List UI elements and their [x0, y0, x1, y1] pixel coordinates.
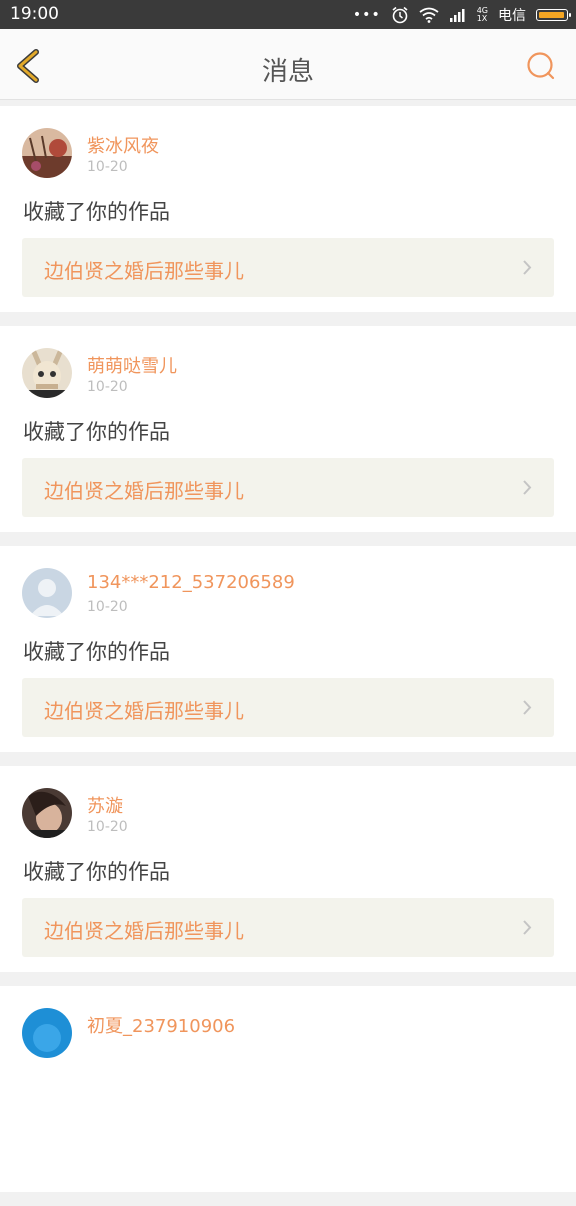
sim-slot-label: 1X [476, 14, 488, 23]
work-link[interactable]: 边伯贤之婚后那些事儿 [22, 458, 554, 517]
work-link[interactable]: 边伯贤之婚后那些事儿 [22, 238, 554, 297]
avatar[interactable] [22, 568, 72, 618]
search-button[interactable] [526, 51, 556, 81]
chevron-right-icon [523, 700, 532, 715]
username[interactable]: 苏漩 [87, 792, 123, 818]
username[interactable]: 初夏_237910906 [87, 1012, 235, 1038]
notification-card: 萌萌哒雪儿 10-20 收藏了你的作品 边伯贤之婚后那些事儿 [0, 326, 576, 532]
work-title: 边伯贤之婚后那些事儿 [44, 699, 244, 723]
chevron-right-icon [523, 260, 532, 275]
work-title: 边伯贤之婚后那些事儿 [44, 919, 244, 943]
page-title: 消息 [261, 57, 314, 87]
carrier-name: 电信 [498, 8, 526, 24]
notification-date: 10-20 [87, 379, 128, 395]
header: 消息 [0, 29, 576, 100]
notification-list: 紫冰风夜 10-20 收藏了你的作品 边伯贤之婚后那些事儿 萌萌哒雪儿 10-2… [0, 106, 576, 1206]
battery-icon [536, 9, 571, 21]
wifi-icon [419, 7, 439, 23]
notification-card: 初夏_237910906 [0, 986, 576, 1192]
avatar[interactable] [22, 788, 72, 838]
notification-date: 10-20 [87, 159, 128, 175]
alarm-icon [392, 6, 408, 24]
signal-icon [449, 9, 465, 22]
notification-action: 收藏了你的作品 [23, 200, 170, 224]
work-link[interactable]: 边伯贤之婚后那些事儿 [22, 898, 554, 957]
user-icon [38, 579, 56, 597]
notification-date: 10-20 [87, 819, 128, 835]
notification-action: 收藏了你的作品 [23, 640, 170, 664]
avatar[interactable] [22, 128, 72, 178]
notification-date: 10-20 [87, 599, 128, 615]
status-icons: ••• 4G 1X 电信 [352, 4, 571, 26]
username[interactable]: 134***212_537206589 [87, 572, 295, 593]
username[interactable]: 紫冰风夜 [87, 132, 159, 158]
avatar[interactable] [22, 1008, 72, 1058]
work-title: 边伯贤之婚后那些事儿 [44, 259, 244, 283]
notification-card: 紫冰风夜 10-20 收藏了你的作品 边伯贤之婚后那些事儿 [0, 106, 576, 312]
work-title: 边伯贤之婚后那些事儿 [44, 479, 244, 503]
more-dots-icon: ••• [352, 7, 381, 23]
username[interactable]: 萌萌哒雪儿 [87, 352, 177, 378]
notification-card: 苏漩 10-20 收藏了你的作品 边伯贤之婚后那些事儿 [0, 766, 576, 972]
status-time: 19:00 [10, 4, 59, 24]
chevron-right-icon [523, 920, 532, 935]
network-type: 4G 1X [477, 7, 488, 23]
notification-card: 134***212_537206589 10-20 收藏了你的作品 边伯贤之婚后… [0, 546, 576, 752]
notification-action: 收藏了你的作品 [23, 860, 170, 884]
chevron-right-icon [523, 480, 532, 495]
status-bar: 19:00 ••• 4G 1X 电信 [0, 0, 576, 29]
work-link[interactable]: 边伯贤之婚后那些事儿 [22, 678, 554, 737]
avatar[interactable] [22, 348, 72, 398]
notification-action: 收藏了你的作品 [23, 420, 170, 444]
